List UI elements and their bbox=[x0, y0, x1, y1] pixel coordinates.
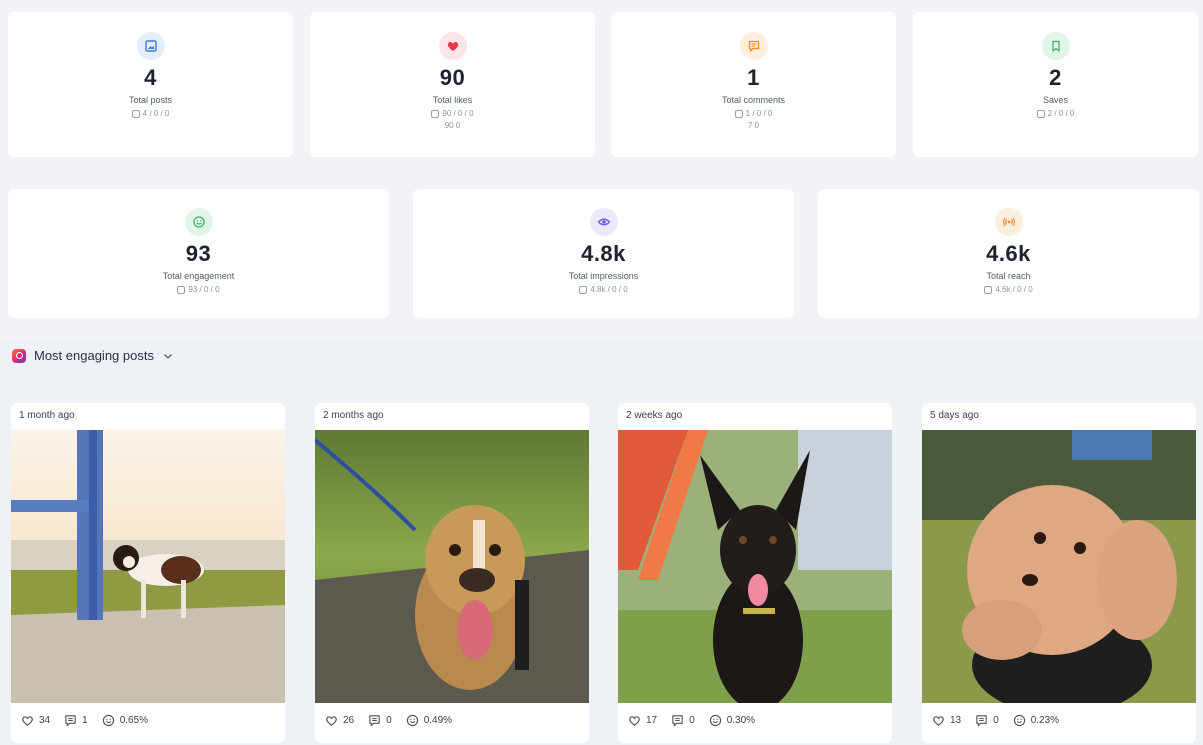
post-image[interactable] bbox=[618, 430, 892, 703]
post-time: 1 month ago bbox=[19, 410, 75, 421]
chevron-down-icon[interactable] bbox=[162, 350, 174, 362]
post-stats: 34 1 0.65% bbox=[21, 714, 148, 727]
stat-card-total-likes: 90 Total likes 90 / 0 / 0 90 0 bbox=[310, 12, 595, 157]
stat-label: Total posts bbox=[128, 95, 173, 105]
post-card[interactable]: 5 days ago 13 0 0.23% bbox=[922, 403, 1196, 743]
stat-card-total-posts: 4 Total posts 4 / 0 / 0 bbox=[8, 12, 293, 157]
image-icon bbox=[984, 285, 993, 294]
post-stats: 17 0 0.30% bbox=[628, 714, 755, 727]
stat-card-total-comments: 1 Total comments 1 / 0 / 0 7 0 bbox=[611, 12, 896, 157]
comment-outline-icon bbox=[976, 715, 987, 727]
smile-outline-icon bbox=[1013, 714, 1025, 727]
stat-value: 90 bbox=[439, 65, 466, 90]
heart-outline-icon bbox=[22, 716, 33, 726]
smile-icon bbox=[184, 208, 213, 236]
stat-value: 4.6k bbox=[986, 241, 1031, 266]
stat-value: 1 bbox=[747, 65, 760, 90]
image-icon bbox=[136, 32, 165, 60]
bookmark-icon bbox=[1041, 32, 1070, 60]
stat-breakdown: 1 / 0 / 0 bbox=[611, 109, 896, 118]
engagement-rate: 0.30% bbox=[726, 715, 756, 726]
comments-count: 1 bbox=[82, 715, 88, 726]
post-card[interactable]: 2 months ago 26 0 0.49% bbox=[315, 403, 589, 743]
comments-count: 0 bbox=[386, 715, 392, 726]
stat-value: 4.8k bbox=[581, 241, 626, 266]
broadcast-icon bbox=[994, 208, 1023, 236]
comment-icon bbox=[739, 32, 768, 60]
instagram-icon bbox=[12, 348, 26, 363]
stat-breakdown: 4 / 0 / 0 bbox=[8, 109, 293, 118]
post-image[interactable] bbox=[11, 430, 285, 703]
post-card[interactable]: 1 month ago 34 1 0.65% bbox=[11, 403, 285, 743]
heart-outline-icon bbox=[629, 716, 640, 726]
image-icon bbox=[131, 109, 140, 118]
smile-outline-icon bbox=[406, 714, 418, 727]
likes-count: 17 bbox=[646, 715, 658, 726]
image-icon bbox=[579, 285, 588, 294]
image-icon bbox=[1036, 109, 1045, 118]
stat-breakdown: 90 / 0 / 0 bbox=[310, 109, 595, 118]
stat-breakdown: 93 / 0 / 0 bbox=[8, 285, 389, 294]
comments-count: 0 bbox=[689, 715, 695, 726]
stat-card-total-engagement: 93 Total engagement 93 / 0 / 0 bbox=[8, 189, 389, 318]
eye-icon bbox=[589, 208, 618, 236]
post-card[interactable]: 2 weeks ago 17 0 0.30% bbox=[618, 403, 892, 743]
likes-count: 13 bbox=[950, 715, 962, 726]
heart-outline-icon bbox=[326, 716, 337, 726]
heart-icon bbox=[438, 32, 467, 60]
stat-label: Saves bbox=[1042, 95, 1068, 105]
comments-count: 0 bbox=[993, 715, 999, 726]
post-stats: 26 0 0.49% bbox=[325, 714, 452, 727]
stat-value: 2 bbox=[1049, 65, 1062, 90]
engagement-rate: 0.49% bbox=[423, 715, 453, 726]
stat-label: Total likes bbox=[432, 95, 473, 105]
stat-label: Total reach bbox=[986, 271, 1031, 281]
stat-breakdown: 4.8k / 0 / 0 bbox=[413, 285, 794, 294]
post-time: 2 months ago bbox=[323, 410, 384, 421]
stat-card-saves: 2 Saves 2 / 0 / 0 bbox=[913, 12, 1198, 157]
stat-label: Total engagement bbox=[162, 271, 235, 281]
comment-outline-icon bbox=[65, 715, 76, 727]
stat-label: Total comments bbox=[721, 95, 786, 105]
stat-value: 93 bbox=[185, 241, 212, 266]
engagement-rate: 0.23% bbox=[1030, 715, 1060, 726]
comment-outline-icon bbox=[672, 715, 683, 727]
stat-card-total-impressions: 4.8k Total impressions 4.8k / 0 / 0 bbox=[413, 189, 794, 318]
stat-value: 4 bbox=[144, 65, 157, 90]
image-icon bbox=[734, 109, 743, 118]
engagement-rate: 0.65% bbox=[119, 715, 149, 726]
smile-outline-icon bbox=[709, 714, 721, 727]
image-icon bbox=[431, 109, 440, 118]
heart-outline-icon bbox=[933, 716, 944, 726]
post-stats: 13 0 0.23% bbox=[932, 714, 1059, 727]
post-time: 5 days ago bbox=[930, 410, 979, 421]
post-time: 2 weeks ago bbox=[626, 410, 683, 421]
post-image[interactable] bbox=[922, 430, 1196, 703]
post-image[interactable] bbox=[315, 430, 589, 703]
stat-breakdown-secondary: 7 0 bbox=[747, 121, 760, 130]
stat-breakdown: 2 / 0 / 0 bbox=[913, 109, 1198, 118]
section-header-dropdown[interactable]: Most engaging posts bbox=[12, 348, 174, 363]
stat-label: Total impressions bbox=[568, 271, 639, 281]
likes-count: 34 bbox=[39, 715, 51, 726]
comment-outline-icon bbox=[369, 715, 380, 727]
likes-count: 26 bbox=[343, 715, 355, 726]
smile-outline-icon bbox=[102, 714, 114, 727]
stat-breakdown: 4.6k / 0 / 0 bbox=[818, 285, 1199, 294]
stat-breakdown-secondary: 90 0 bbox=[444, 121, 461, 130]
section-title: Most engaging posts bbox=[34, 348, 154, 363]
image-icon bbox=[177, 285, 186, 294]
stat-card-total-reach: 4.6k Total reach 4.6k / 0 / 0 bbox=[818, 189, 1199, 318]
